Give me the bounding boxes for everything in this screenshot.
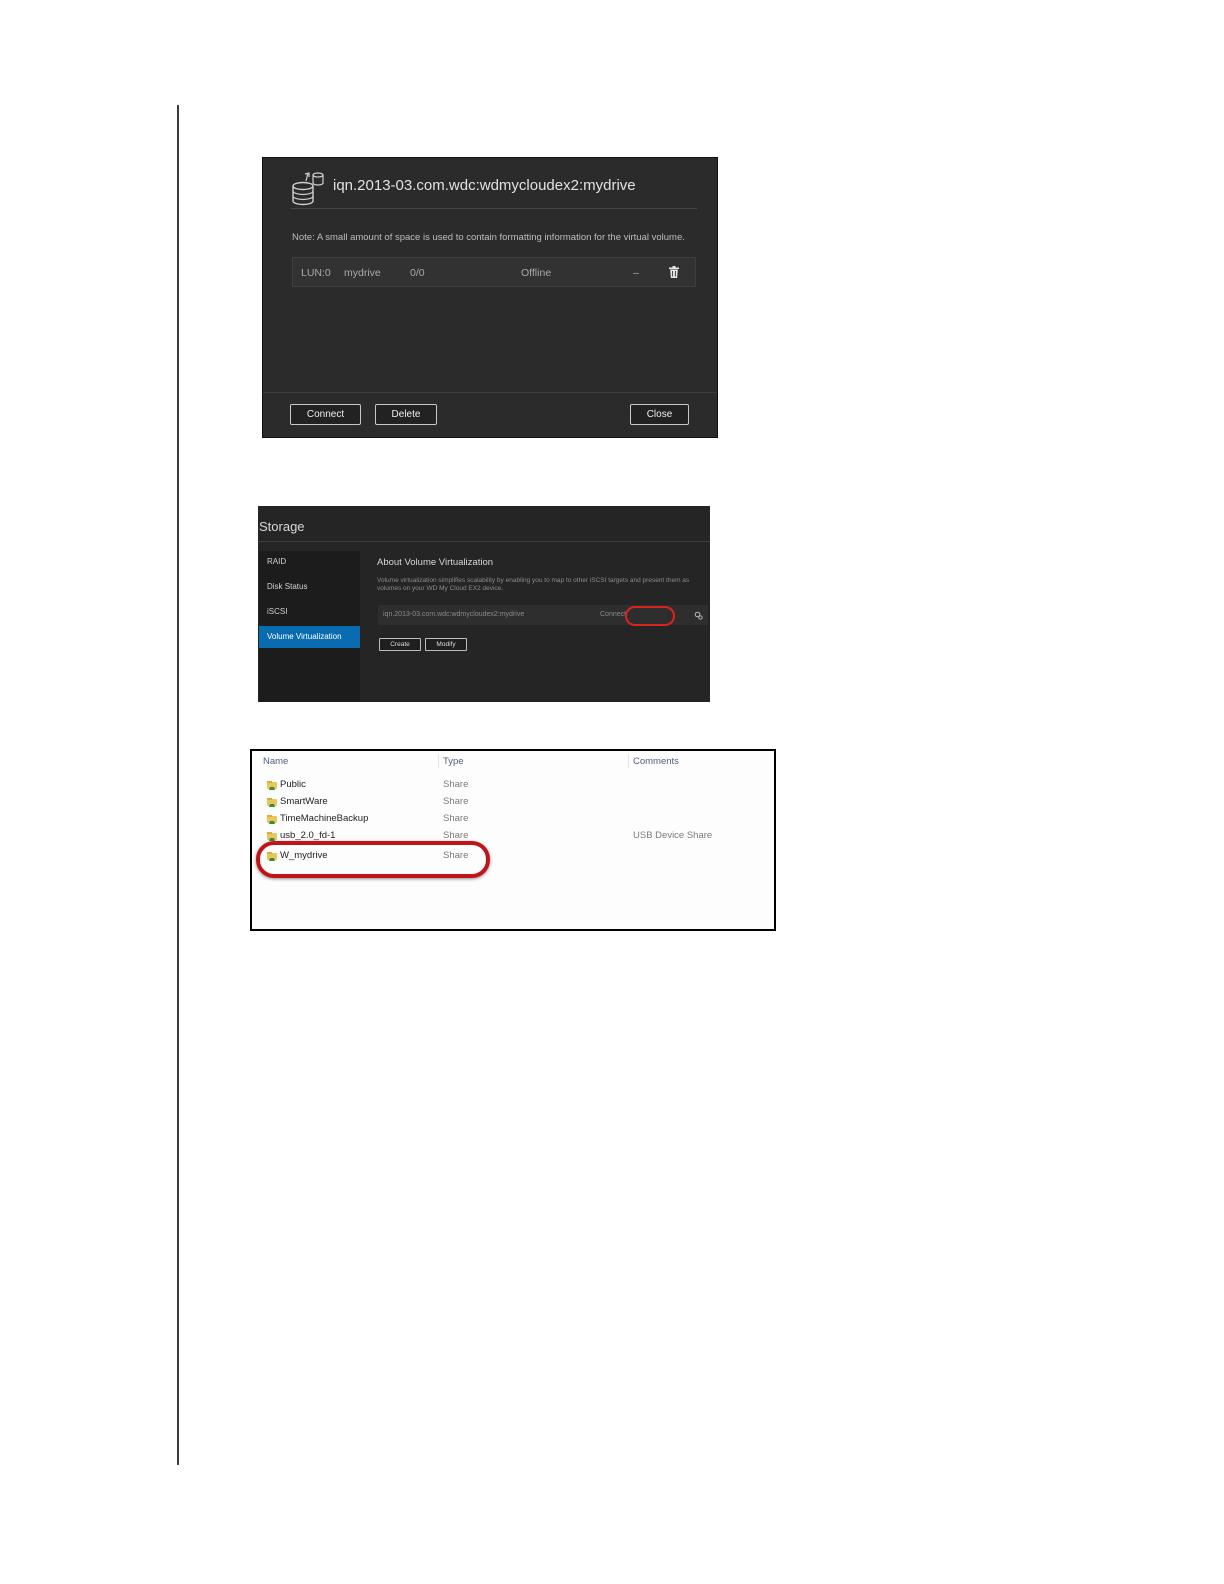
list-item[interactable]: TimeMachineBackup Share bbox=[252, 812, 772, 828]
storage-panel: Storage RAID Disk Status iSCSI Volume Vi… bbox=[258, 506, 710, 702]
sidebar-item-iscsi[interactable]: iSCSI bbox=[259, 601, 360, 623]
highlight-oval bbox=[625, 606, 675, 626]
divider bbox=[258, 541, 710, 542]
column-separator bbox=[438, 754, 439, 768]
file-type: Share bbox=[443, 796, 469, 807]
section-title: About Volume Virtualization bbox=[377, 557, 494, 568]
column-header-name[interactable]: Name bbox=[263, 756, 288, 767]
lun-status: Offline bbox=[521, 267, 552, 279]
iscsi-target-dialog: iqn.2013-03.com.wdc:wdmycloudex2:mydrive… bbox=[262, 157, 718, 438]
shared-folder-icon bbox=[267, 781, 277, 790]
trash-icon[interactable] bbox=[669, 266, 679, 278]
section-description: Volume virtualization simplifies scalabi… bbox=[377, 577, 690, 592]
lun-usage: 0/0 bbox=[410, 267, 425, 279]
lun-name: mydrive bbox=[344, 267, 381, 279]
file-name: SmartWare bbox=[280, 796, 328, 807]
sidebar-item-raid[interactable]: RAID bbox=[259, 551, 360, 573]
shared-folder-icon bbox=[267, 798, 277, 807]
list-item[interactable]: Public Share bbox=[252, 778, 772, 794]
storage-sidebar: RAID Disk Status iSCSI Volume Virtualiza… bbox=[259, 551, 360, 702]
dialog-title: iqn.2013-03.com.wdc:wdmycloudex2:mydrive bbox=[333, 177, 636, 194]
file-comment: USB Device Share bbox=[633, 830, 713, 841]
sidebar-item-disk-status[interactable]: Disk Status bbox=[259, 576, 360, 598]
highlight-ring bbox=[256, 841, 490, 878]
lun-id: LUN:0 bbox=[301, 267, 331, 279]
connect-button[interactable]: Connect bbox=[290, 404, 361, 425]
file-explorer: Name Type Comments Public Share SmartWar… bbox=[250, 749, 776, 931]
details-icon[interactable] bbox=[694, 611, 703, 620]
page-margin-rule bbox=[177, 105, 179, 1465]
file-name: usb_2.0_fd-1 bbox=[280, 830, 336, 841]
delete-button[interactable]: Delete bbox=[375, 404, 437, 425]
dialog-note: Note: A small amount of space is used to… bbox=[292, 232, 685, 243]
close-button[interactable]: Close bbox=[630, 404, 689, 425]
target-connect-link[interactable]: Connect bbox=[600, 611, 626, 618]
column-header-comments[interactable]: Comments bbox=[633, 756, 679, 767]
target-name: iqn.2013-03.com.wdc:wdmycloudex2:mydrive bbox=[383, 611, 525, 618]
modify-button[interactable]: Modify bbox=[425, 638, 467, 651]
footer-divider bbox=[263, 392, 717, 393]
divider bbox=[291, 208, 697, 209]
storage-drive-icon bbox=[292, 172, 324, 206]
lun-row: LUN:0 mydrive 0/0 Offline – bbox=[292, 257, 696, 287]
file-type: Share bbox=[443, 813, 469, 824]
file-name: TimeMachineBackup bbox=[280, 813, 369, 824]
page-title: Storage bbox=[259, 519, 305, 534]
column-header-type[interactable]: Type bbox=[443, 756, 464, 767]
column-separator bbox=[628, 754, 629, 768]
file-type: Share bbox=[443, 830, 469, 841]
create-button[interactable]: Create bbox=[379, 638, 421, 651]
file-type: Share bbox=[443, 779, 469, 790]
list-item[interactable]: SmartWare Share bbox=[252, 795, 772, 811]
sidebar-item-volume-virtualization[interactable]: Volume Virtualization bbox=[259, 626, 360, 648]
lun-dash: – bbox=[633, 267, 639, 279]
file-name: Public bbox=[280, 779, 306, 790]
shared-folder-icon bbox=[267, 815, 277, 824]
